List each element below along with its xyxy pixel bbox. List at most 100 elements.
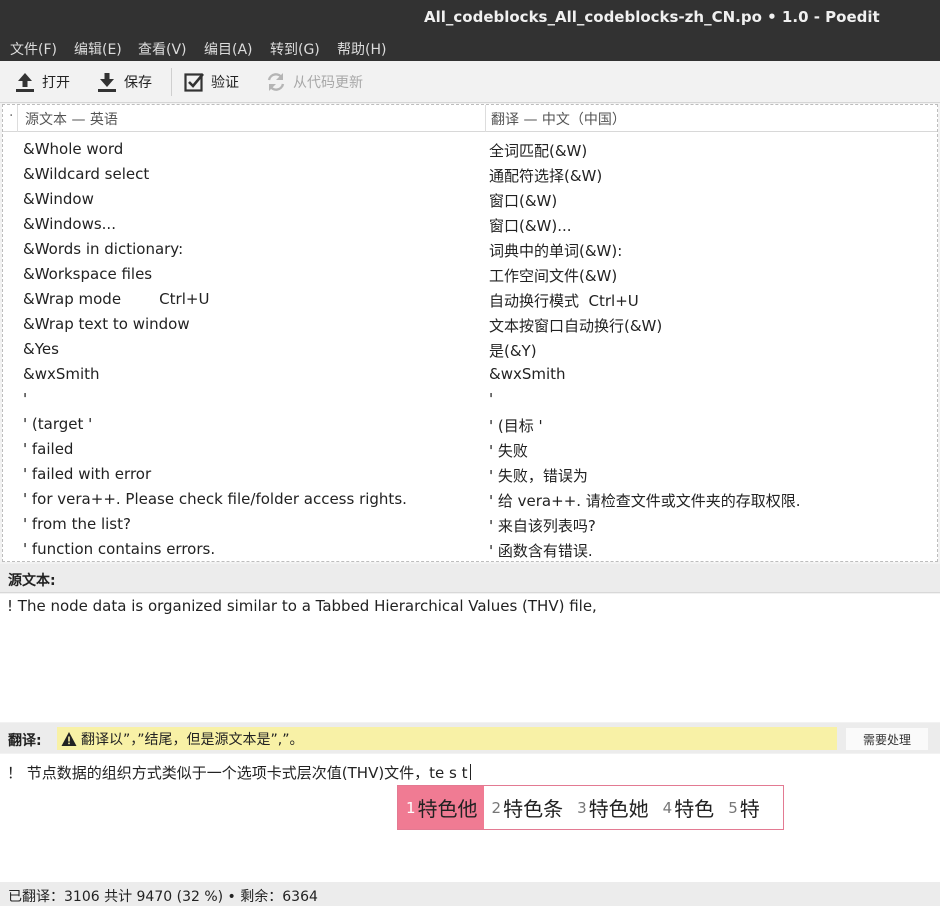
validate-button[interactable]: 验证	[183, 68, 239, 96]
toolbar: 打开 保存 验证 从代码更新	[0, 61, 940, 103]
list-header: · 源文本 — 英语 翻译 — 中文（中国）	[3, 105, 937, 132]
row-source: &Window	[23, 190, 94, 208]
row-translation: 工作空间文件(&W)	[489, 267, 618, 285]
row-translation: 词典中的单词(&W):	[489, 242, 623, 260]
open-button[interactable]: 打开	[14, 68, 70, 96]
row-source: ' for vera++. Please check file/folder a…	[23, 490, 407, 508]
row-source: &Whole word	[23, 140, 124, 158]
row-translation: 全词匹配(&W)	[489, 142, 588, 160]
row-translation: ' 失败	[489, 442, 528, 460]
ime-candidate[interactable]: 4 特色	[655, 786, 721, 829]
open-label: 打开	[42, 75, 70, 91]
upload-arrow-icon	[14, 71, 36, 93]
header-marker: ·	[9, 108, 14, 124]
menu-goto[interactable]: 转到(G)	[270, 39, 320, 59]
row-translation: &wxSmith	[489, 365, 566, 383]
candidate-word: 特色	[674, 797, 715, 821]
list-row[interactable]: &wxSmith &wxSmith	[3, 363, 937, 388]
row-translation: 是(&Y)	[489, 342, 537, 360]
list-row[interactable]: ' failed with error ' 失败，错误为	[3, 463, 937, 488]
list-row[interactable]: &Whole word 全词匹配(&W)	[3, 138, 937, 163]
list-row[interactable]: &Yes 是(&Y)	[3, 338, 937, 363]
list-row[interactable]: &Window 窗口(&W)	[3, 188, 937, 213]
ime-candidate[interactable]: 2 特色条	[484, 786, 570, 829]
list-row[interactable]: &Wildcard select 通配符选择(&W)	[3, 163, 937, 188]
status-bar: 已翻译：3106 共计 9470 (32 %) • 剩余：6364	[0, 882, 940, 906]
translation-column-header[interactable]: 翻译 — 中文（中国）	[491, 109, 626, 129]
menu-edit[interactable]: 编辑(E)	[74, 39, 122, 59]
source-text-label: 源文本:	[8, 573, 56, 589]
menu-view[interactable]: 查看(V)	[138, 39, 187, 59]
list-row[interactable]: ' for vera++. Please check file/folder a…	[3, 488, 937, 513]
row-source: &Wrap text to window	[23, 315, 190, 333]
checkbox-check-icon	[183, 71, 205, 93]
row-translation: 窗口(&W)...	[489, 217, 572, 235]
string-list[interactable]: · 源文本 — 英语 翻译 — 中文（中国） &Whole word 全词匹配(&…	[2, 104, 938, 562]
ime-candidate[interactable]: 5特	[720, 786, 766, 829]
list-row[interactable]: &Workspace files 工作空间文件(&W)	[3, 263, 937, 288]
row-translation: ' (目标 '	[489, 417, 543, 435]
list-row[interactable]: &Words in dictionary: 词典中的单词(&W):	[3, 238, 937, 263]
row-source: &Windows...	[23, 215, 116, 233]
list-rows: &Whole word 全词匹配(&W) &Wildcard select 通配符选…	[3, 138, 937, 563]
list-row[interactable]: ' '	[3, 388, 937, 413]
menu-catalog[interactable]: 编目(A)	[204, 39, 253, 59]
row-translation: 通配符选择(&W)	[489, 167, 603, 185]
update-from-code-button[interactable]: 从代码更新	[265, 68, 363, 96]
download-arrow-icon	[96, 71, 118, 93]
candidate-number: 2	[491, 798, 502, 817]
column-divider[interactable]	[485, 105, 486, 132]
column-divider[interactable]	[17, 105, 18, 132]
list-row[interactable]: &Windows... 窗口(&W)...	[3, 213, 937, 238]
candidate-word: 特色她	[588, 797, 649, 821]
source-text-header: 源文本:	[0, 564, 940, 593]
ime-candidate[interactable]: 1 特色他	[398, 786, 484, 829]
translation-label: 翻译:	[8, 733, 42, 749]
candidate-word: 特色条	[503, 797, 564, 821]
ime-candidate[interactable]: 3 特色她	[569, 786, 655, 829]
row-source: ' function contains errors.	[23, 540, 216, 558]
refresh-icon	[265, 71, 287, 93]
row-source: &Wrap mode Ctrl+U	[23, 290, 210, 308]
row-source: &Workspace files	[23, 265, 153, 283]
list-row[interactable]: ' failed ' 失败	[3, 438, 937, 463]
menu-file[interactable]: 文件(F)	[10, 39, 57, 59]
row-translation: ' 来自该列表吗?	[489, 517, 596, 535]
row-source: ' failed with error	[23, 465, 152, 483]
list-row[interactable]: ' function contains errors. ' 函数含有错误.	[3, 538, 937, 563]
row-translation: 文本按窗口自动换行(&W)	[489, 317, 663, 335]
validate-label: 验证	[211, 75, 239, 91]
warning-text: 翻译以”，”结尾，但是源文本是”,”。	[81, 731, 304, 748]
menu-help[interactable]: 帮助(H)	[337, 39, 386, 59]
candidate-word: 特色他	[417, 797, 478, 821]
save-button[interactable]: 保存	[96, 68, 152, 96]
row-translation: 窗口(&W)	[489, 192, 558, 210]
translation-progress: 已翻译：3106 共计 9470 (32 %) • 剩余：6364	[8, 889, 318, 905]
window-title: All_codeblocks_All_codeblocks-zh_CN.po •…	[424, 8, 880, 26]
row-source: '	[23, 390, 28, 408]
list-row[interactable]: ' (target ' ' (目标 '	[3, 413, 937, 438]
needs-work-toggle[interactable]: 需要处理	[845, 727, 929, 751]
text-cursor	[469, 764, 471, 780]
row-source: &Words in dictionary:	[23, 240, 184, 258]
row-translation: ' 失败，错误为	[489, 467, 588, 485]
row-translation: '	[489, 390, 494, 408]
row-source: ' (target '	[23, 415, 93, 433]
source-text-view[interactable]: ! The node data is organized similar to …	[0, 594, 940, 722]
candidate-number: 3	[577, 798, 587, 817]
candidate-number: 1	[406, 798, 416, 817]
candidate-number: 5	[728, 798, 738, 817]
list-row[interactable]: &Wrap mode Ctrl+U 自动换行模式 Ctrl+U	[3, 288, 937, 313]
row-source: &Wildcard select	[23, 165, 150, 183]
row-translation: ' 给 vera++. 请检查文件或文件夹的存取权限.	[489, 492, 801, 510]
validation-warning: 翻译以”，”结尾，但是源文本是”,”。	[57, 727, 837, 750]
list-row[interactable]: ' from the list? ' 来自该列表吗?	[3, 513, 937, 538]
update-from-code-label: 从代码更新	[293, 75, 363, 91]
source-column-header[interactable]: 源文本 — 英语	[25, 109, 118, 129]
candidate-word: 特	[739, 797, 760, 821]
warning-triangle-icon	[61, 731, 77, 747]
row-source: &wxSmith	[23, 365, 100, 383]
list-row[interactable]: &Wrap text to window 文本按窗口自动换行(&W)	[3, 313, 937, 338]
translation-text: ！ 节点数据的组织方式类似于一个选项卡式层次值(THV)文件，te s t	[7, 764, 468, 782]
toolbar-separator	[171, 68, 172, 96]
